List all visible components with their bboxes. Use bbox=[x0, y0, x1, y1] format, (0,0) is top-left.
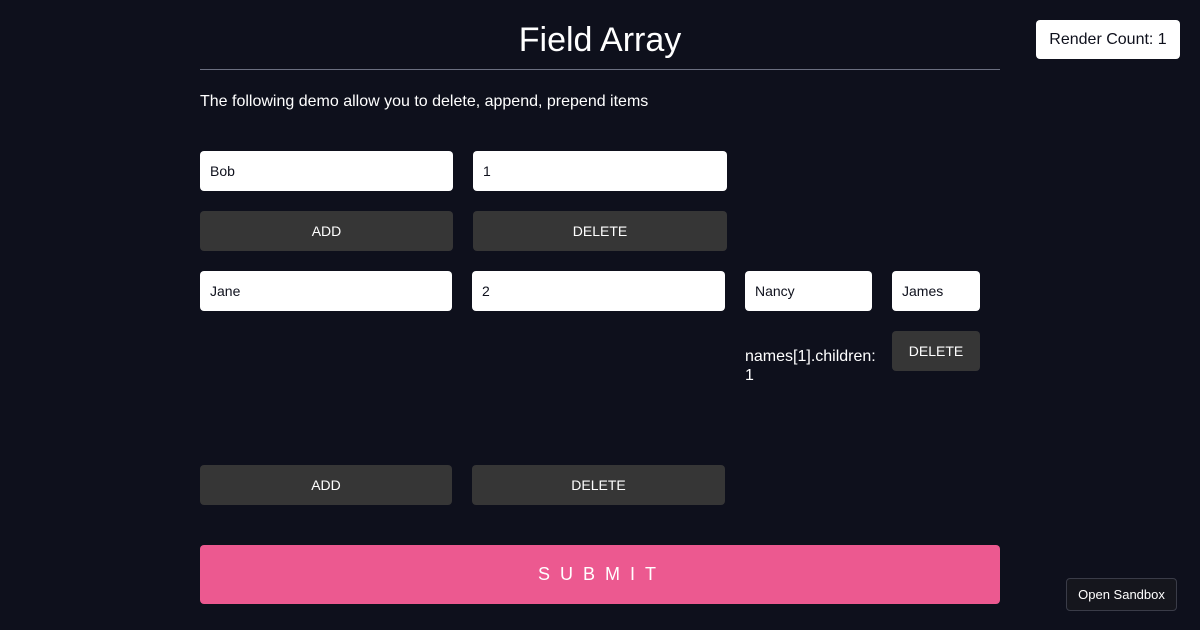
render-count-badge: Render Count: 1 bbox=[1036, 20, 1180, 59]
submit-button[interactable]: SUBMIT bbox=[200, 545, 1000, 604]
title-divider bbox=[200, 69, 1000, 70]
open-sandbox-button[interactable]: Open Sandbox bbox=[1066, 578, 1177, 611]
row-0-number-input[interactable] bbox=[473, 151, 727, 191]
row-1-delete-button[interactable]: DELETE bbox=[472, 465, 725, 505]
row-0-delete-button[interactable]: DELETE bbox=[473, 211, 727, 251]
row-1-child-0-input[interactable] bbox=[745, 271, 872, 311]
description-text: The following demo allow you to delete, … bbox=[200, 93, 649, 110]
row-1-add-button[interactable]: ADD bbox=[200, 465, 452, 505]
child-delete-button[interactable]: DELETE bbox=[892, 331, 980, 371]
row-1-name-input[interactable] bbox=[200, 271, 452, 311]
page: Field Array Render Count: 1 The followin… bbox=[0, 0, 1200, 630]
row-1-number-input[interactable] bbox=[472, 271, 725, 311]
children-count-label: names[1].children: 1 bbox=[745, 348, 876, 384]
page-title: Field Array bbox=[518, 21, 682, 59]
row-0-name-input[interactable] bbox=[200, 151, 453, 191]
row-1-child-1-input[interactable] bbox=[892, 271, 980, 311]
row-0-add-button[interactable]: ADD bbox=[200, 211, 453, 251]
